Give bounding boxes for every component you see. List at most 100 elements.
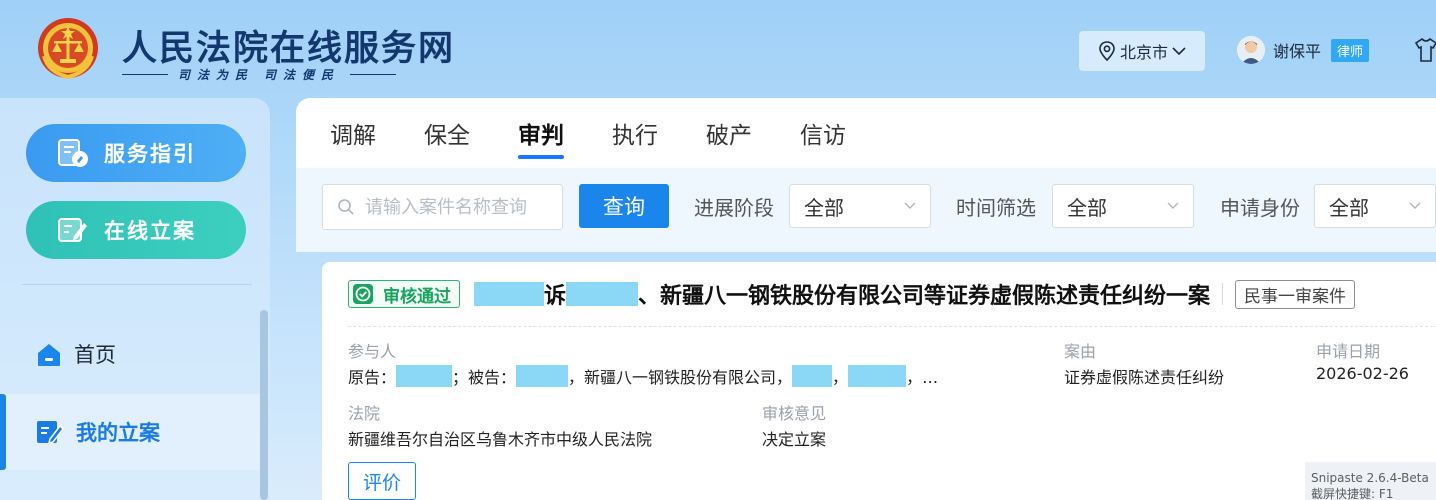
motto-left: 司法为民: [178, 67, 255, 82]
identity-filter-label: 申请身份: [1220, 195, 1300, 220]
stage-select[interactable]: 全部: [789, 184, 931, 228]
defendant-prefix: ；被告：: [452, 368, 517, 387]
stage-select-value: 全部: [804, 195, 844, 220]
city-selector[interactable]: 北京市: [1079, 31, 1205, 71]
file-edit-icon: [58, 218, 87, 242]
redacted-block: [396, 365, 453, 387]
tab-bankruptcy[interactable]: 破产: [706, 98, 752, 168]
user-role-badge: 律师: [1331, 38, 1370, 62]
plaintiff-prefix: 原告：: [348, 368, 397, 387]
separator-comma: ，: [832, 368, 849, 387]
court-label: 法院: [348, 404, 381, 423]
stage-filter-label: 进展阶段: [694, 195, 774, 220]
skin-shirt-icon[interactable]: [1414, 37, 1436, 63]
search-input[interactable]: [365, 196, 545, 218]
search-icon: [338, 199, 354, 215]
redacted-block: [566, 282, 639, 306]
review-label: 审核意见: [762, 404, 827, 423]
avatar: [1237, 36, 1265, 64]
participants-value: 原告： ；被告： ，新疆八一钢铁股份有限公司， ， ，…: [348, 364, 938, 388]
time-filter-label: 时间筛选: [956, 195, 1036, 220]
sidebar-item-label: 我的立案: [76, 421, 160, 445]
redacted-block: [848, 365, 907, 387]
tab-label: 调解: [330, 123, 376, 149]
active-indicator: [0, 394, 6, 470]
chevron-down-icon: [1172, 47, 1186, 56]
defendant-company: ，新疆八一钢铁股份有限公司，: [568, 368, 793, 387]
chevron-down-icon: [904, 202, 916, 209]
check-icon: [353, 284, 373, 304]
search-box[interactable]: [322, 184, 563, 230]
tab-label: 执行: [612, 123, 658, 149]
sidebar-scrollbar[interactable]: [260, 310, 268, 500]
tab-mediation[interactable]: 调解: [330, 98, 376, 168]
query-button[interactable]: 查询: [579, 184, 669, 228]
date-value: 2026-02-26: [1316, 364, 1409, 383]
participants-label: 参与人: [348, 342, 397, 361]
active-tab-underline: [518, 155, 564, 159]
motto-line-left: [122, 73, 168, 75]
snipaste-shortcut: 截屏快捷键: F1: [1311, 487, 1394, 500]
service-guide-button[interactable]: 服务指引: [26, 124, 246, 182]
online-filing-label: 在线立案: [104, 219, 196, 243]
tab-petition[interactable]: 信访: [800, 98, 846, 168]
site-motto: 司法为民 司法便民: [122, 64, 397, 84]
case-title[interactable]: 诉 、新疆八一钢铁股份有限公司等证券虚假陈述责任纠纷一案: [474, 278, 1210, 310]
sidebar-item-label: 首页: [74, 343, 116, 367]
sidebar: 服务指引 在线立案 首页 我的立案: [0, 98, 270, 500]
online-filing-button[interactable]: 在线立案: [26, 201, 246, 259]
cause-value: 证券虚假陈述责任纠纷: [1064, 368, 1225, 387]
case-type-tabs: 调解 保全 审判 执行 破产 信访: [296, 98, 1436, 168]
main-panel: 调解 保全 审判 执行 破产 信访 查询 进展阶段 全部 时间筛选 全部 申请身…: [296, 98, 1436, 500]
card-divider: [348, 326, 1436, 327]
case-title-part2: 、新疆八一钢铁股份有限公司等证券虚假陈述责任纠纷一案: [638, 284, 1211, 309]
date-label: 申请日期: [1316, 342, 1381, 361]
identity-select[interactable]: 全部: [1314, 184, 1436, 228]
chevron-down-icon: [1409, 202, 1421, 209]
tab-label: 保全: [424, 123, 470, 149]
redacted-block: [516, 365, 569, 387]
service-guide-label: 服务指引: [104, 142, 196, 166]
tab-label: 信访: [800, 123, 846, 149]
review-value: 决定立案: [762, 430, 827, 449]
case-card-header: 审核通过 诉 、新疆八一钢铁股份有限公司等证券虚假陈述责任纠纷一案 民事一审案件: [348, 278, 1356, 310]
court-value: 新疆维吾尔自治区乌鲁木齐市中级人民法院: [348, 430, 653, 449]
status-badge: 审核通过: [348, 280, 460, 308]
rate-button[interactable]: 评价: [348, 462, 416, 500]
my-cases-icon: [37, 421, 64, 445]
sidebar-item-home[interactable]: 首页: [0, 316, 262, 392]
snipaste-overlay: Snipaste 2.6.4-Beta 截屏快捷键: F1: [1305, 462, 1436, 500]
tab-label: 破产: [706, 123, 752, 149]
tab-execution[interactable]: 执行: [612, 98, 658, 168]
user-name: 谢保平: [1273, 42, 1322, 61]
cause-label: 案由: [1064, 342, 1097, 361]
redacted-block: [474, 282, 544, 306]
time-select-value: 全部: [1067, 195, 1107, 220]
filter-bar: 查询 进展阶段 全部 时间筛选 全部 申请身份 全部: [296, 168, 1436, 252]
city-name: 北京市: [1119, 43, 1168, 62]
case-card[interactable]: 审核通过 诉 、新疆八一钢铁股份有限公司等证券虚假陈述责任纠纷一案 民事一审案件…: [322, 262, 1436, 500]
user-menu[interactable]: 谢保平 律师: [1237, 34, 1370, 66]
redacted-block: [792, 365, 833, 387]
header-separator: [1222, 283, 1224, 305]
tab-preservation[interactable]: 保全: [424, 98, 470, 168]
identity-select-value: 全部: [1329, 195, 1369, 220]
location-pin-icon: [1099, 41, 1115, 61]
participants-ellipsis: ，…: [906, 368, 939, 387]
motto-right: 司法便民: [264, 67, 341, 82]
chevron-down-icon: [1167, 202, 1179, 209]
snipaste-version: Snipaste 2.6.4-Beta: [1311, 471, 1429, 485]
user-avatar-icon: [1237, 36, 1265, 64]
case-type-tag: 民事一审案件: [1235, 279, 1356, 309]
site-header: 人民法院在线服务网 司法为民 司法便民 北京市 谢保平 律师: [0, 0, 1436, 98]
time-select[interactable]: 全部: [1052, 184, 1194, 228]
status-text: 审核通过: [383, 286, 451, 307]
tab-trial[interactable]: 审判: [518, 98, 564, 168]
tab-label: 审判: [518, 123, 564, 149]
sidebar-divider: [22, 284, 252, 285]
court-emblem-icon: [38, 18, 98, 80]
sidebar-item-my-cases[interactable]: 我的立案: [0, 394, 262, 470]
motto-line-right: [350, 73, 397, 75]
home-icon: [38, 344, 60, 366]
guide-document-icon: [58, 139, 88, 167]
